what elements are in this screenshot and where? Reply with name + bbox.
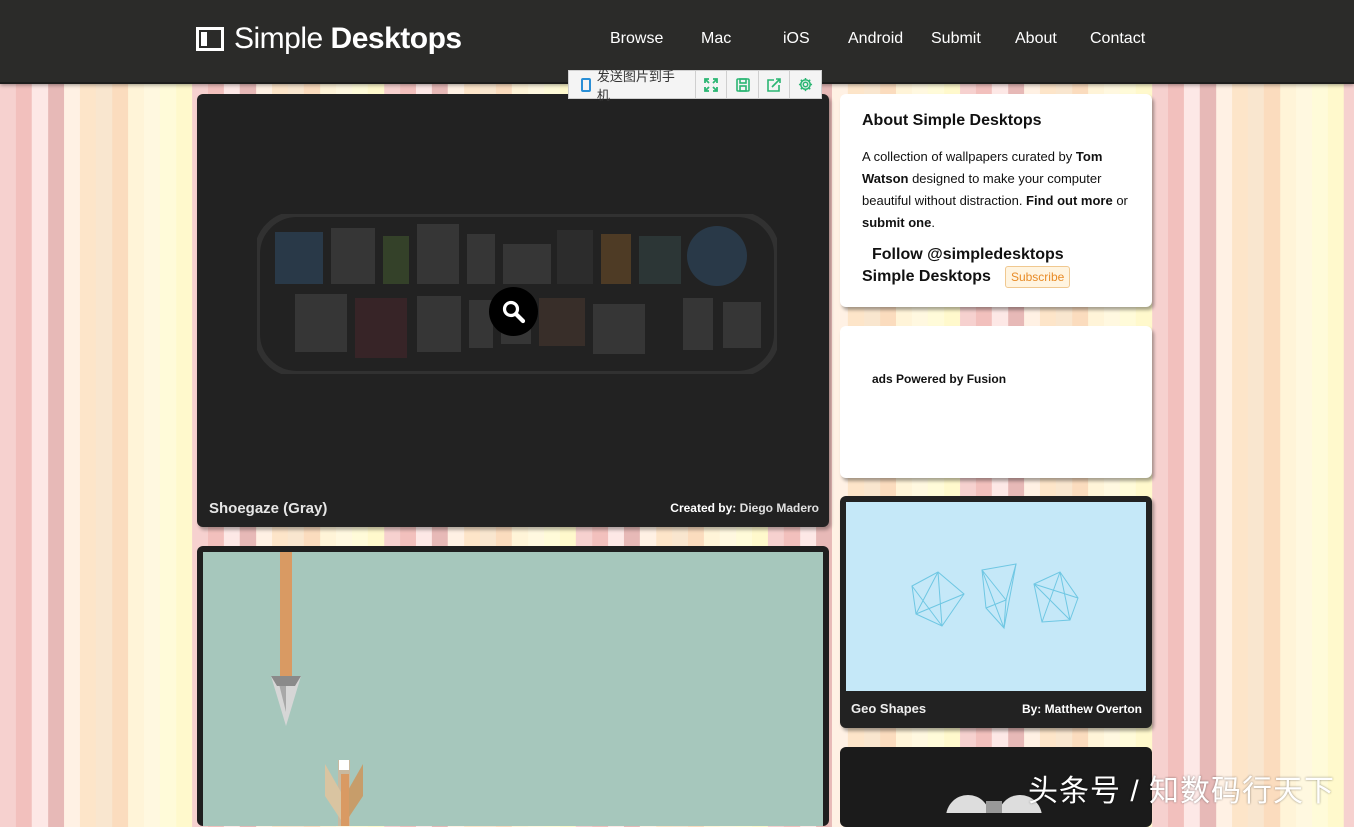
nav-contact[interactable]: Contact [1090, 30, 1145, 48]
arrows-illustration [271, 552, 363, 826]
find-out-more-link[interactable]: Find out more [1026, 193, 1113, 208]
about-title: About Simple Desktops [862, 112, 1042, 129]
send-to-phone-button[interactable]: 发送图片到手机 [569, 69, 696, 103]
settings-icon [799, 77, 813, 92]
watermark-text: 头条号 / 知数码行天下 [1028, 775, 1336, 808]
follow-twitter-link[interactable]: Follow @simpledesktops [862, 246, 1130, 264]
ads-label[interactable]: ads Powered by Fusion [872, 372, 1006, 386]
submit-one-link[interactable]: submit one [862, 215, 931, 230]
expand-icon [704, 77, 718, 92]
wallpaper-preview-2 [203, 552, 823, 826]
geo-title[interactable]: Geo Shapes [851, 701, 926, 716]
geo-shapes-card[interactable]: Geo Shapes By: Matthew Overton [840, 496, 1152, 728]
nav-submit[interactable]: Submit [931, 30, 981, 48]
subscribe-button[interactable]: Subscribe [1004, 266, 1071, 288]
wallpaper-credit: Created by: Diego Madero [670, 501, 819, 515]
send-to-phone-label: 发送图片到手机 [596, 68, 675, 103]
nav-mac[interactable]: Mac [701, 30, 731, 48]
logo-icon [196, 27, 224, 51]
zoom-button[interactable] [489, 287, 538, 336]
author-link[interactable]: Diego Madero [740, 501, 819, 515]
about-box: About Simple Desktops A collection of wa… [840, 94, 1152, 307]
geo-author-link[interactable]: Matthew Overton [1045, 702, 1142, 716]
subscribe-row: Simple Desktops Subscribe [862, 266, 1130, 288]
featured-wallpaper-card[interactable]: Shoegaze (Gray) Created by: Diego Madero [197, 94, 829, 527]
expand-button[interactable] [696, 71, 728, 98]
settings-button[interactable] [790, 71, 821, 98]
geo-credit: By: Matthew Overton [1021, 702, 1142, 716]
save-icon [735, 77, 750, 92]
phone-icon [581, 77, 591, 92]
nav-about[interactable]: About [1015, 30, 1057, 48]
logo-text: Simple Desktops [234, 22, 462, 55]
site-name: Simple Desktops [862, 268, 991, 285]
save-button[interactable] [727, 71, 759, 98]
geo-shapes-preview[interactable] [846, 502, 1146, 691]
wallpaper-card-2[interactable] [197, 546, 829, 826]
nav-android[interactable]: Android [848, 30, 903, 48]
site-logo[interactable]: Simple Desktops [196, 22, 462, 56]
magnifier-icon [502, 300, 525, 323]
share-icon [767, 77, 781, 92]
geo-shapes-illustration [911, 563, 1079, 630]
nav-browse[interactable]: Browse [610, 30, 663, 48]
share-button[interactable] [759, 71, 791, 98]
wallpaper-title[interactable]: Shoegaze (Gray) [209, 500, 327, 517]
image-extension-toolbar: 发送图片到手机 [568, 69, 822, 103]
about-text: A collection of wallpapers curated by To… [862, 149, 1128, 230]
nav-ios[interactable]: iOS [783, 30, 810, 48]
ads-box: ads Powered by Fusion [840, 326, 1152, 478]
